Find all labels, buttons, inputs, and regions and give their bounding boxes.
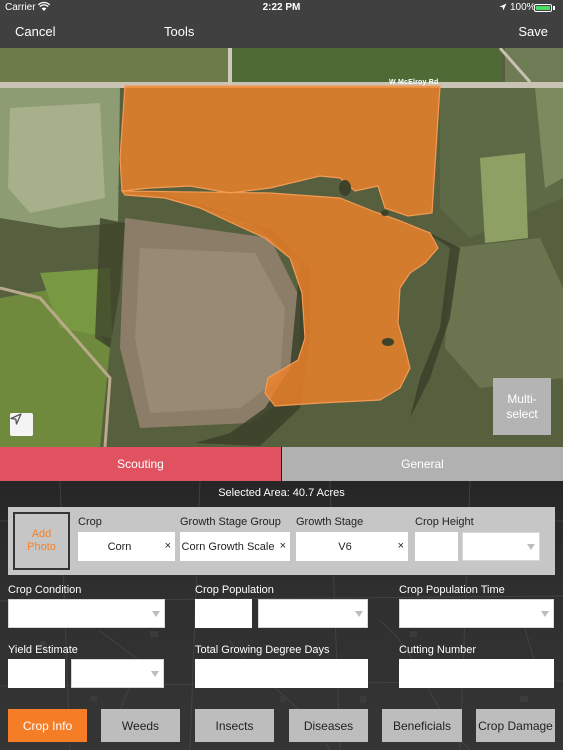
tab-scouting[interactable]: Scouting	[0, 447, 281, 481]
crop-height-unit-select[interactable]	[462, 532, 540, 561]
total-gdd-label: Total Growing Degree Days	[195, 644, 330, 656]
crop-value: Corn	[107, 541, 132, 553]
growth-stage-label: Growth Stage	[296, 516, 364, 528]
battery-tip	[553, 6, 555, 10]
locate-me-button[interactable]	[10, 413, 33, 436]
selected-area-text: Selected Area: 40.7 Acres	[218, 487, 345, 499]
crop-condition-select[interactable]	[8, 599, 165, 628]
growth-stage-field[interactable]: V6 ×	[296, 532, 408, 561]
crop-population-unit-select[interactable]	[258, 599, 368, 628]
scouting-form-panel: Selected Area: 40.7 Acres Add Photo Crop…	[0, 481, 563, 750]
dropdown-arrow-icon	[527, 544, 535, 550]
tab-crop-info[interactable]: Crop Info	[8, 709, 87, 742]
save-button[interactable]: Save	[518, 24, 548, 39]
tools-button[interactable]: Tools	[164, 24, 194, 39]
crop-height-input[interactable]	[415, 532, 458, 561]
growth-stage-value: V6	[338, 541, 352, 553]
tab-crop-damage[interactable]: Crop Damage	[476, 709, 555, 742]
crop-population-time-label: Crop Population Time	[399, 584, 505, 596]
location-services-icon	[499, 3, 507, 11]
yield-estimate-input[interactable]	[8, 659, 65, 688]
clock: 2:22 PM	[262, 2, 301, 13]
status-bar: Carrier 2:22 PM 100%	[0, 0, 563, 16]
tab-weeds[interactable]: Weeds	[101, 709, 180, 742]
crop-height-label: Crop Height	[415, 516, 474, 528]
multi-select-button[interactable]: Multi- select	[493, 378, 551, 435]
growth-stage-group-value: Corn Growth Scale	[181, 541, 275, 553]
satellite-map[interactable]: W McElroy Rd Multi- select	[0, 48, 563, 447]
battery-icon	[534, 4, 552, 12]
crop-field[interactable]: Corn ×	[78, 532, 175, 561]
yield-estimate-unit-select[interactable]	[71, 659, 164, 688]
add-photo-button[interactable]: Add Photo	[13, 512, 70, 570]
total-gdd-input[interactable]	[195, 659, 368, 688]
crop-population-label: Crop Population	[195, 584, 274, 596]
tab-diseases[interactable]: Diseases	[289, 709, 368, 742]
cutting-number-input[interactable]	[399, 659, 554, 688]
location-arrow-icon	[10, 413, 22, 425]
crop-label: Crop	[78, 516, 102, 528]
battery-percentage: 100%	[510, 2, 536, 13]
growth-stage-group-clear-icon[interactable]: ×	[280, 540, 286, 552]
tab-general[interactable]: General	[282, 447, 563, 481]
growth-stage-group-field[interactable]: Corn Growth Scale ×	[180, 532, 290, 561]
scouting-general-tabs: Scouting General	[0, 447, 563, 481]
growth-stage-clear-icon[interactable]: ×	[398, 540, 404, 552]
crop-clear-icon[interactable]: ×	[165, 540, 171, 552]
dropdown-arrow-icon	[152, 611, 160, 617]
cutting-number-label: Cutting Number	[399, 644, 477, 656]
navigation-bar: Cancel Tools Save	[0, 16, 563, 48]
crop-population-time-select[interactable]	[399, 599, 554, 628]
tab-insects[interactable]: Insects	[195, 709, 274, 742]
dropdown-arrow-icon	[151, 671, 159, 677]
category-tabs: Crop Info Weeds Insects Diseases Benefic…	[0, 709, 563, 742]
map-imagery	[0, 48, 563, 447]
yield-estimate-label: Yield Estimate	[8, 644, 78, 656]
crop-section: Add Photo Crop Corn × Growth Stage Group…	[8, 507, 555, 575]
dropdown-arrow-icon	[355, 611, 363, 617]
road-label: W McElroy Rd	[389, 79, 439, 86]
growth-stage-group-label: Growth Stage Group	[180, 516, 281, 528]
dropdown-arrow-icon	[541, 611, 549, 617]
tab-beneficials[interactable]: Beneficials	[382, 709, 462, 742]
crop-population-input[interactable]	[195, 599, 252, 628]
cancel-button[interactable]: Cancel	[15, 24, 55, 39]
crop-condition-label: Crop Condition	[8, 584, 82, 596]
